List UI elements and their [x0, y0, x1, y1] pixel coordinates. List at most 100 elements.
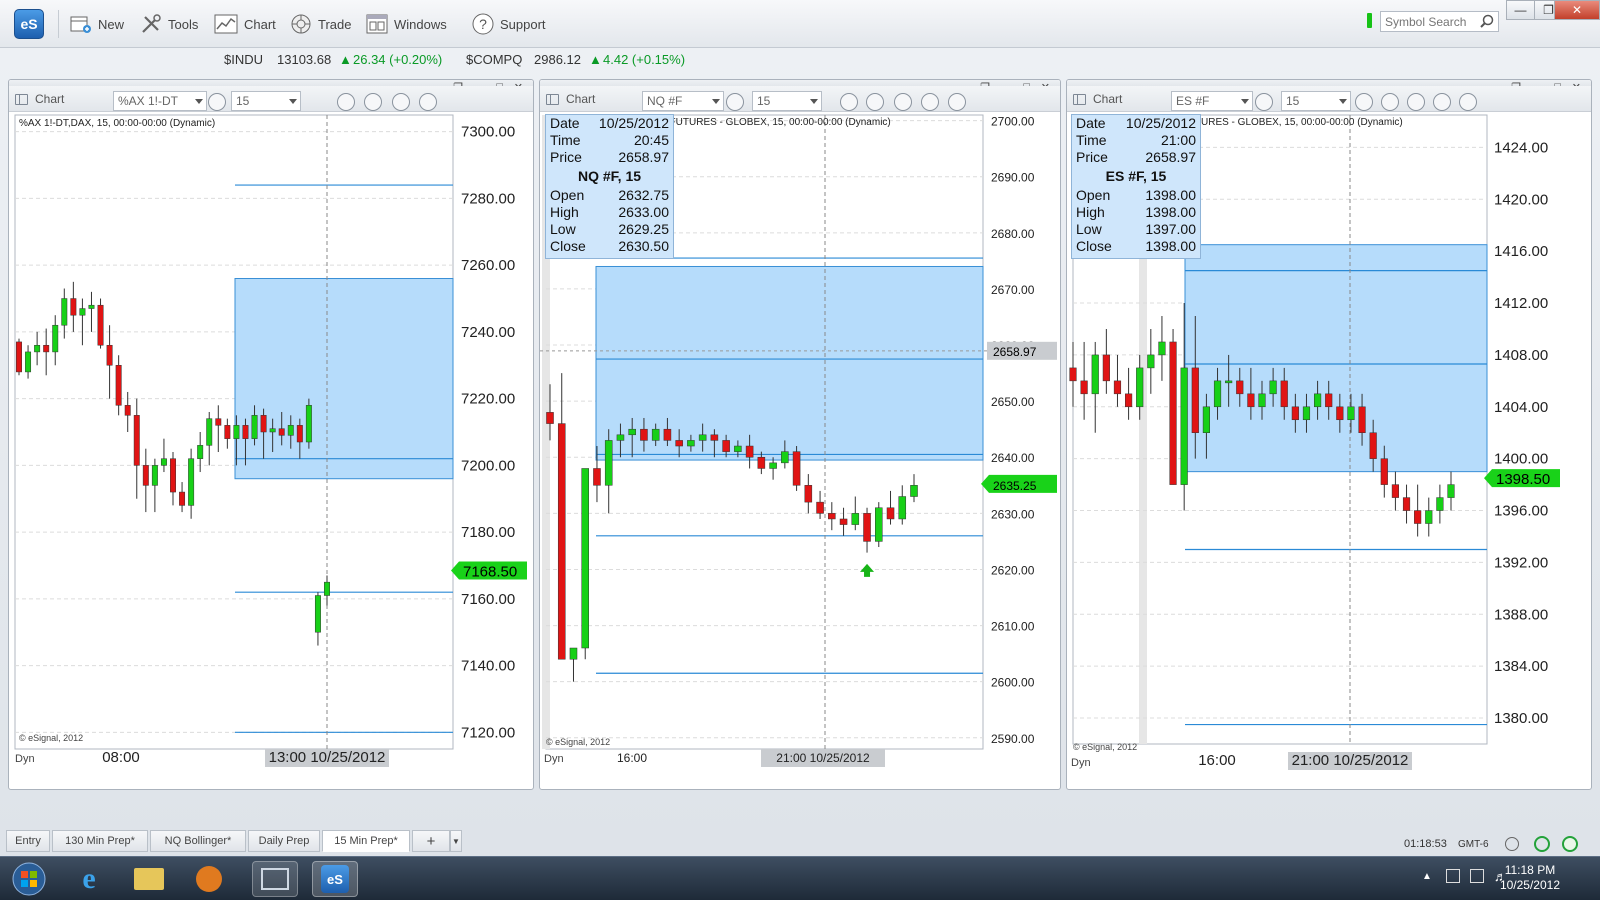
candle-body[interactable]	[546, 412, 554, 424]
esignal-taskbar-icon[interactable]: eS	[312, 861, 358, 897]
candle-body[interactable]	[816, 501, 824, 514]
value-area-box[interactable]	[1184, 244, 1488, 473]
candle-body[interactable]	[233, 425, 240, 439]
candle-body[interactable]	[1280, 380, 1288, 408]
candle-body[interactable]	[97, 304, 104, 346]
interval-select[interactable]: 15	[1281, 91, 1351, 111]
candle-body[interactable]	[687, 440, 695, 447]
candle-body[interactable]	[628, 428, 636, 436]
new-button[interactable]: New	[70, 11, 124, 37]
candle-body[interactable]	[1325, 393, 1333, 408]
candle-body[interactable]	[1125, 393, 1133, 408]
candle-body[interactable]	[43, 344, 50, 353]
candle-body[interactable]	[124, 405, 131, 416]
ticker-symbol[interactable]: $COMPQ	[466, 52, 522, 67]
candle-body[interactable]	[1258, 393, 1266, 408]
candle-body[interactable]	[1113, 380, 1122, 395]
minimize-window-button[interactable]: —	[1506, 0, 1535, 20]
candle-body[interactable]	[722, 440, 730, 452]
candle-body[interactable]	[52, 324, 59, 353]
candle-body[interactable]	[151, 465, 158, 486]
candle-body[interactable]	[1102, 354, 1110, 382]
draw-tool-icon[interactable]	[866, 93, 884, 111]
candle-body[interactable]	[88, 304, 95, 309]
candle-body[interactable]	[160, 458, 167, 466]
candle-body[interactable]	[640, 428, 648, 441]
candle-body[interactable]	[710, 434, 719, 441]
esignal-logo[interactable]: eS	[14, 9, 44, 39]
candle-body[interactable]	[170, 458, 176, 493]
alert-icon[interactable]	[419, 93, 437, 111]
candle-body[interactable]	[1425, 510, 1433, 524]
candle-body[interactable]	[1302, 406, 1311, 421]
settings-icon[interactable]	[726, 93, 744, 111]
chart-canvas[interactable]: 7300.00 7280.00 7260.00 7240.00 7220.00 7200.…	[9, 113, 534, 790]
candle-body[interactable]	[115, 365, 122, 406]
candle-body[interactable]	[79, 308, 86, 316]
draw-tool-icon[interactable]	[337, 93, 355, 111]
candle-body[interactable]	[1069, 367, 1077, 382]
candle-body[interactable]	[1191, 367, 1199, 433]
symbol-select[interactable]: NQ #F	[642, 91, 724, 111]
candle-body[interactable]	[745, 445, 754, 458]
play-icon[interactable]	[1433, 93, 1451, 111]
tools-button[interactable]: Tools	[140, 11, 198, 37]
search-icon[interactable]	[1480, 14, 1494, 28]
settings-icon[interactable]	[1255, 93, 1273, 111]
candle-body[interactable]	[675, 440, 683, 447]
candle-body[interactable]	[1380, 458, 1388, 485]
tab-130-min-prep[interactable]: 130 Min Prep*	[52, 830, 148, 852]
candle-body[interactable]	[324, 581, 330, 596]
candle-body[interactable]	[70, 298, 77, 316]
action-center-icon[interactable]	[1446, 869, 1460, 883]
candle-body[interactable]	[1347, 406, 1355, 421]
candle-body[interactable]	[269, 428, 276, 433]
tab-15-min-prep[interactable]: 15 Min Prep*	[322, 830, 410, 852]
symbol-select[interactable]: %AX 1!-DT	[113, 91, 207, 111]
candle-body[interactable]	[1136, 367, 1144, 408]
candle-body[interactable]	[1202, 406, 1210, 433]
candle-body[interactable]	[886, 507, 895, 520]
symbol-select[interactable]: ES #F	[1171, 91, 1253, 111]
time-icon[interactable]	[840, 93, 858, 111]
play-icon[interactable]	[921, 93, 939, 111]
candle-body[interactable]	[839, 518, 848, 525]
clock-icon[interactable]	[1505, 837, 1519, 851]
candle-body[interactable]	[828, 513, 836, 520]
candle-body[interactable]	[305, 405, 312, 443]
candle-body[interactable]	[1169, 341, 1177, 485]
ticker-symbol[interactable]: $INDU	[224, 52, 263, 67]
candle-body[interactable]	[1225, 380, 1233, 384]
refresh-icon[interactable]	[1534, 836, 1550, 852]
play-icon[interactable]	[392, 93, 410, 111]
candle-body[interactable]	[851, 513, 860, 525]
candle-body[interactable]	[215, 418, 222, 426]
candle-body[interactable]	[875, 507, 883, 542]
media-player-icon[interactable]	[186, 861, 232, 897]
candle-body[interactable]	[1269, 380, 1277, 395]
candle-body[interactable]	[224, 425, 231, 439]
interval-select[interactable]: 15	[752, 91, 822, 111]
candle-body[interactable]	[781, 451, 789, 464]
candle-body[interactable]	[1369, 432, 1377, 459]
support-button[interactable]: ? Support	[472, 11, 546, 37]
candle-body[interactable]	[296, 425, 303, 443]
candle-body[interactable]	[1402, 497, 1411, 511]
candle-body[interactable]	[898, 496, 907, 520]
candle-body[interactable]	[581, 468, 589, 649]
tray-expand-icon[interactable]: ▲	[1422, 871, 1432, 882]
candle-body[interactable]	[593, 468, 601, 486]
candle-body[interactable]	[242, 425, 249, 439]
time-icon[interactable]	[1355, 93, 1373, 111]
power-icon[interactable]	[1562, 836, 1578, 852]
study-icon[interactable]	[1407, 93, 1425, 111]
file-explorer-icon[interactable]	[126, 861, 172, 897]
add-tab-button[interactable]: +	[412, 830, 450, 852]
candle-body[interactable]	[106, 344, 113, 366]
candle-body[interactable]	[179, 491, 186, 506]
candle-body[interactable]	[1158, 341, 1166, 356]
candle-body[interactable]	[251, 415, 258, 439]
dyn-label[interactable]: Dyn	[15, 753, 35, 765]
candle-body[interactable]	[260, 415, 267, 433]
candle-body[interactable]	[557, 423, 566, 660]
